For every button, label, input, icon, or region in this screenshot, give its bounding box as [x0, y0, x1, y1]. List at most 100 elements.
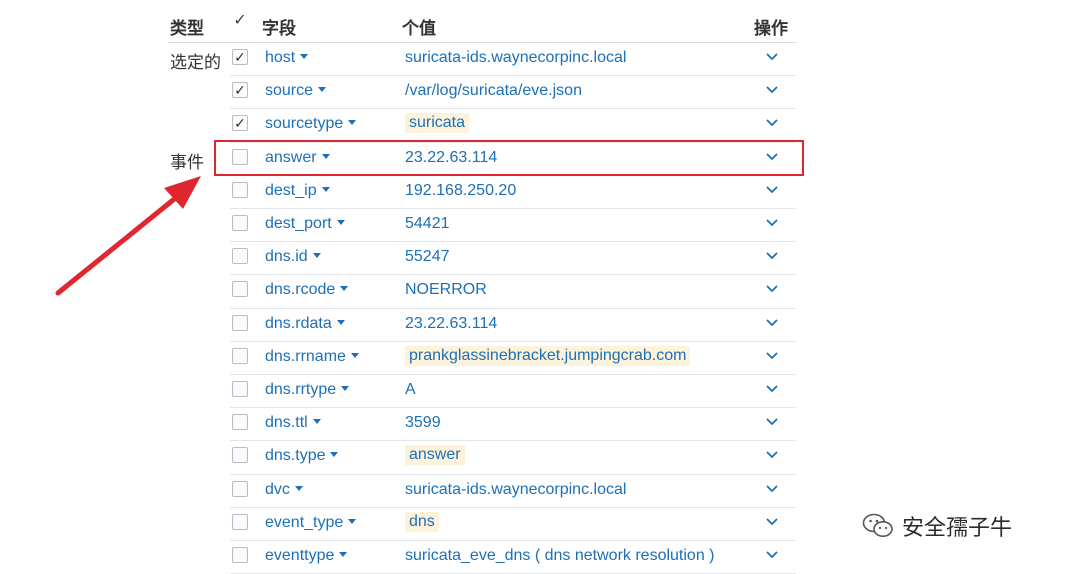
table-row: dns.rcode NOERROR — [0, 274, 1080, 307]
chevron-down-icon[interactable] — [764, 381, 780, 397]
field-name: dest_port — [265, 215, 332, 232]
chevron-down-icon[interactable] — [764, 215, 780, 231]
annotation-highlight-box — [214, 140, 804, 176]
field-name-link[interactable]: dns.ttl — [265, 414, 321, 432]
row-checkbox[interactable]: ✓ — [232, 49, 248, 65]
row-checkbox[interactable] — [232, 215, 248, 231]
field-value[interactable]: 192.168.250.20 — [405, 182, 516, 200]
field-name: sourcetype — [265, 115, 344, 133]
caret-down-icon — [294, 485, 303, 491]
caret-down-icon — [312, 253, 321, 259]
chevron-down-icon[interactable] — [764, 547, 780, 563]
field-value[interactable]: suricata-ids.waynecorpinc.local — [405, 481, 626, 499]
field-name: dvc — [265, 480, 290, 498]
row-checkbox[interactable]: ✓ — [232, 82, 248, 99]
table-row: ✓ host suricata-ids.waynecorpinc.local — [0, 42, 1080, 75]
chevron-down-icon[interactable] — [764, 481, 780, 497]
field-value[interactable]: answer — [405, 445, 465, 466]
field-name-link[interactable]: dest_port — [265, 215, 345, 233]
chevron-down-icon[interactable] — [764, 414, 780, 430]
field-value[interactable]: 3599 — [405, 414, 441, 432]
field-name-link[interactable]: eventtype — [265, 547, 348, 565]
table-row: dns.ttl 3599 — [0, 407, 1080, 440]
field-name-link[interactable]: dvc — [265, 481, 303, 499]
chevron-down-icon[interactable] — [764, 348, 780, 364]
row-checkbox[interactable] — [232, 181, 248, 198]
field-name-link[interactable]: dns.rdata — [265, 315, 345, 333]
field-name-link[interactable]: source — [265, 82, 327, 100]
row-checkbox[interactable] — [232, 447, 248, 464]
row-checkbox[interactable] — [232, 547, 248, 563]
caret-down-icon — [341, 386, 350, 391]
table-row: dest_port 54421 — [0, 208, 1080, 241]
field-value[interactable]: suricata_eve_dns ( dns network resolutio… — [405, 547, 715, 565]
caret-down-icon — [340, 286, 349, 292]
field-value[interactable]: 55247 — [405, 248, 450, 266]
field-name-link[interactable]: dest_ip — [265, 182, 330, 200]
field-value[interactable]: A — [405, 381, 416, 399]
table-row: dvc suricata-ids.waynecorpinc.local — [0, 474, 1080, 507]
table-row: dest_ip 192.168.250.20 — [0, 175, 1080, 208]
table-row: ✓ sourcetype suricata — [0, 108, 1080, 141]
field-name-link[interactable]: sourcetype — [265, 115, 357, 133]
chevron-down-icon[interactable] — [764, 115, 780, 131]
field-name-link[interactable]: dns.id — [265, 248, 321, 266]
field-value[interactable]: 54421 — [405, 215, 450, 233]
column-header-value: 个值 — [402, 19, 436, 38]
field-value[interactable]: 23.22.63.114 — [405, 315, 497, 333]
field-name-link[interactable]: dns.rcode — [265, 281, 349, 299]
field-name: dns.id — [265, 248, 308, 266]
field-name-link[interactable]: dns.type — [265, 447, 339, 465]
field-value[interactable]: suricata-ids.waynecorpinc.local — [405, 49, 626, 67]
field-name: dns.rrtype — [265, 381, 337, 398]
row-checkbox[interactable]: ✓ — [232, 115, 248, 132]
field-name-link[interactable]: dns.rrtype — [265, 381, 350, 399]
field-value[interactable]: dns — [405, 511, 439, 532]
field-name-link[interactable]: event_type — [265, 514, 357, 532]
watermark-text: 安全孺子牛 — [902, 515, 1013, 540]
row-checkbox[interactable] — [232, 381, 248, 397]
chevron-down-icon[interactable] — [764, 82, 780, 98]
field-table: 类型 ✓ 字段 个值 操作 选定的 事件 ✓ host suricata-ids.w… — [0, 0, 1080, 574]
row-checkbox[interactable] — [232, 414, 248, 431]
field-name: dns.type — [265, 447, 326, 465]
chevron-down-icon[interactable] — [764, 514, 780, 530]
field-name-link[interactable]: host — [265, 49, 309, 67]
field-value[interactable]: prankglassinebracket.jumpingcrab.com — [405, 345, 691, 366]
column-header-actions: 操作 — [754, 19, 788, 38]
chevron-down-icon[interactable] — [764, 49, 780, 65]
chevron-down-icon[interactable] — [764, 248, 780, 264]
chevron-down-icon[interactable] — [764, 315, 780, 331]
row-checkbox[interactable] — [232, 480, 248, 497]
field-name: dns.rrname — [265, 347, 346, 365]
field-value[interactable]: /var/log/suricata/eve.json — [405, 82, 582, 100]
row-checkbox[interactable] — [232, 314, 248, 331]
field-value[interactable]: suricata — [405, 113, 470, 134]
row-checkbox[interactable] — [232, 281, 248, 298]
row-checkbox[interactable] — [232, 248, 248, 265]
column-header-field: 字段 — [262, 19, 296, 38]
chevron-down-icon[interactable] — [764, 447, 780, 463]
select-all-checkbox[interactable]: ✓ — [232, 13, 248, 29]
caret-down-icon — [348, 120, 357, 126]
caret-down-icon — [318, 87, 327, 93]
caret-down-icon — [339, 552, 348, 557]
caret-down-icon — [312, 419, 321, 425]
caret-down-icon — [336, 319, 345, 325]
caret-down-icon — [336, 220, 345, 225]
field-name: source — [265, 82, 314, 100]
row-checkbox[interactable] — [232, 347, 248, 364]
field-value[interactable]: NOERROR — [405, 281, 487, 299]
row-checkbox[interactable] — [232, 513, 248, 530]
field-name-link[interactable]: dns.rrname — [265, 348, 359, 366]
caret-down-icon — [321, 186, 330, 192]
table-row: dns.type answer — [0, 440, 1080, 473]
table-row: dns.rrname prankglassinebracket.jumpingcr… — [0, 341, 1080, 374]
field-name: dns.rdata — [265, 314, 332, 332]
chevron-down-icon[interactable] — [764, 182, 780, 198]
field-name: dest_ip — [265, 181, 317, 199]
table-row: dns.rrtype A — [0, 374, 1080, 407]
chevron-down-icon[interactable] — [764, 281, 780, 297]
field-name: dns.rcode — [265, 281, 336, 299]
caret-down-icon — [300, 54, 309, 59]
